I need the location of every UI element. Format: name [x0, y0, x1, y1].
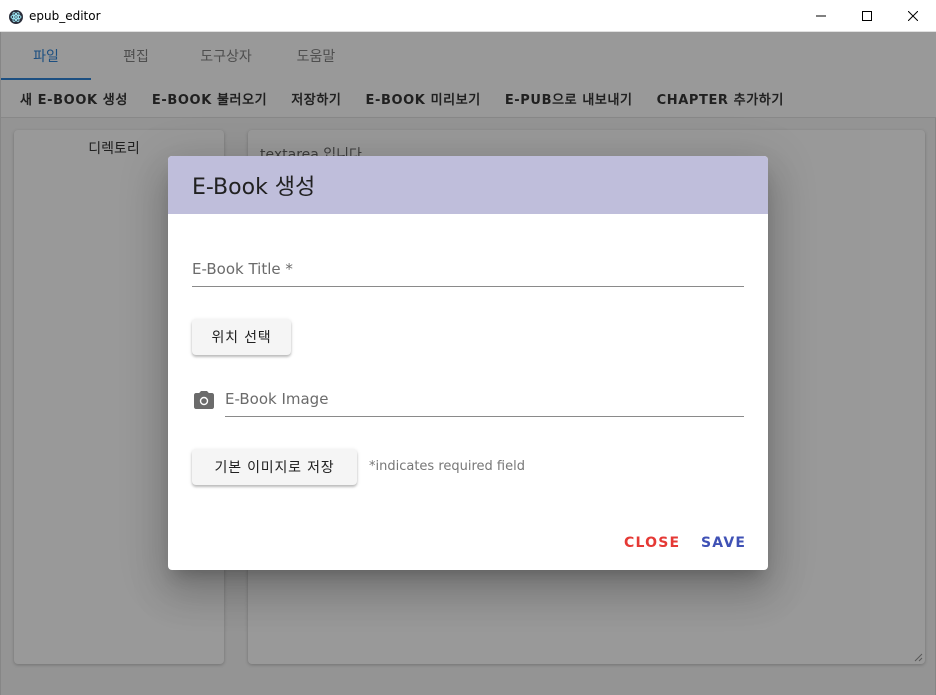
close-window-button[interactable]: [890, 0, 936, 32]
ebook-image-field[interactable]: E-Book Image: [225, 382, 744, 417]
maximize-icon: [862, 11, 872, 21]
close-icon: [908, 11, 918, 21]
ebook-title-field[interactable]: E-Book Title *: [192, 252, 744, 287]
ebook-image-label: E-Book Image: [225, 390, 329, 408]
close-button[interactable]: CLOSE: [624, 535, 680, 551]
create-ebook-dialog: E-Book 생성 E-Book Title * 위치 선택 E-Book Im…: [168, 156, 768, 570]
maximize-button[interactable]: [844, 0, 890, 32]
minimize-button[interactable]: [798, 0, 844, 32]
window-controls: [798, 0, 936, 32]
electron-app-icon: [9, 9, 23, 24]
ebook-image-underline: [225, 416, 744, 417]
ebook-title-label: E-Book Title *: [192, 260, 293, 278]
save-default-image-button[interactable]: 기본 이미지로 저장: [192, 449, 357, 485]
save-dialog-button[interactable]: SAVE: [701, 535, 746, 551]
required-field-hint: *indicates required field: [369, 459, 525, 474]
dialog-header: E-Book 생성: [168, 156, 768, 214]
window-title: epub_editor: [29, 8, 101, 23]
dialog-title: E-Book 생성: [192, 175, 316, 200]
minimize-icon: [816, 15, 826, 17]
window-titlebar: epub_editor: [0, 0, 936, 32]
camera-icon[interactable]: [192, 388, 216, 412]
select-location-button[interactable]: 위치 선택: [192, 319, 291, 355]
ebook-title-underline: [192, 286, 744, 287]
